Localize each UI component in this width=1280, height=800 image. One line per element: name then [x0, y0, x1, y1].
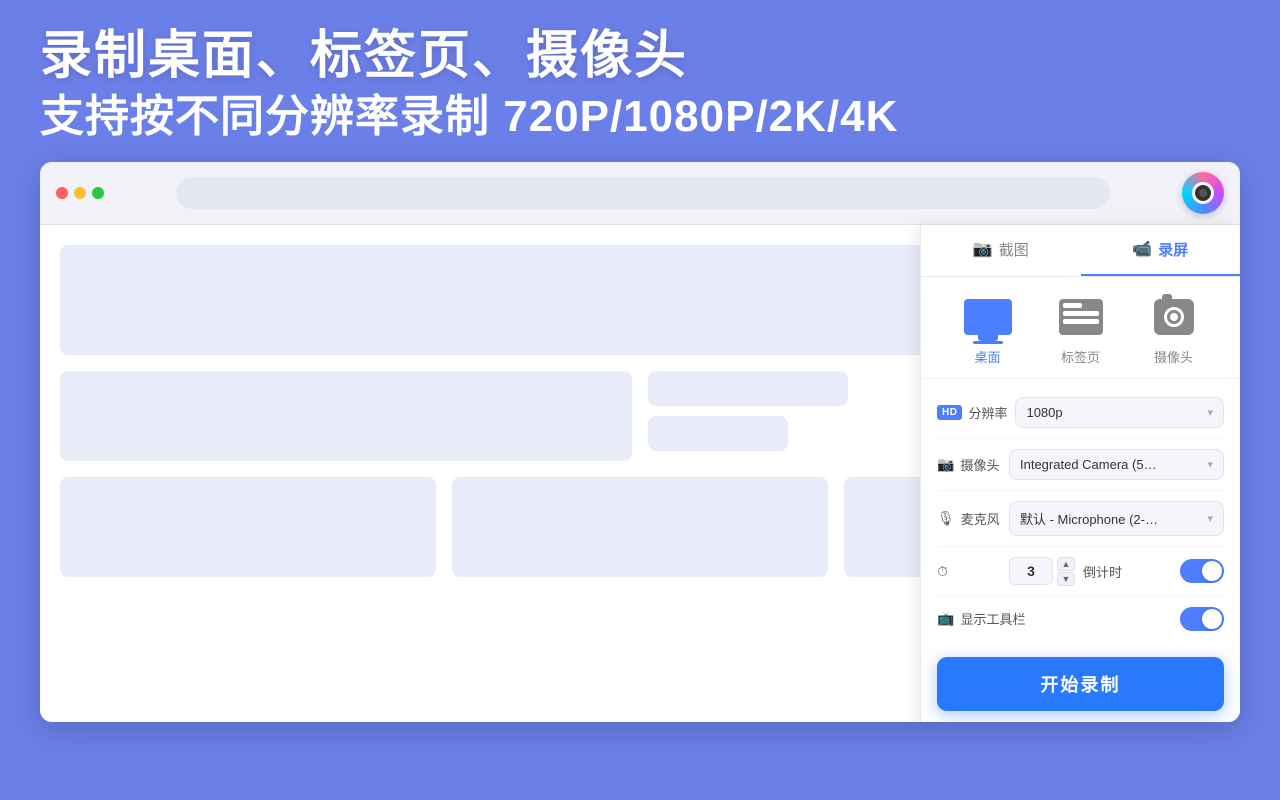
- camera-mode-icon-wrap: [1148, 295, 1200, 339]
- countdown-toggle[interactable]: [1180, 559, 1224, 583]
- minimize-button[interactable]: [74, 187, 86, 199]
- desktop-mode-icon: [964, 299, 1012, 335]
- tab-screenshot[interactable]: 📷 截图: [921, 225, 1081, 276]
- toolbar-icon: 📺: [937, 610, 954, 627]
- countdown-label-wrap: ⏱: [937, 563, 1001, 580]
- toolbar-label: 显示工具栏: [960, 609, 1025, 628]
- skeleton-card-1: [60, 371, 632, 461]
- camera-mode-label: 摄像头: [1154, 347, 1193, 366]
- camera-mode-icon: [1154, 299, 1194, 335]
- countdown-number-wrap: 3 ▲ ▼ 倒计时: [1009, 557, 1172, 586]
- browser-content: 📷 截图 📹 录屏 桌面: [40, 225, 1240, 722]
- skeleton-card-2: [60, 477, 436, 577]
- camera-bump: [1162, 294, 1172, 300]
- browser-window: 📷 截图 📹 录屏 桌面: [40, 162, 1240, 722]
- camera-row: 📷 摄像头 Integrated Camera (5… ▾: [937, 439, 1224, 491]
- countdown-label: 倒计时: [1083, 562, 1122, 581]
- camera-chevron-icon: ▾: [1207, 458, 1213, 471]
- microphone-value: 默认 - Microphone (2-…: [1020, 509, 1203, 528]
- resolution-label-wrap: HD 分辨率: [937, 403, 1007, 422]
- hero-title-line1: 录制桌面、标签页、摄像头: [40, 28, 1240, 85]
- extension-icon[interactable]: [1182, 172, 1224, 214]
- tab-line-full-2: [1063, 319, 1099, 324]
- camera-label-wrap: 📷 摄像头: [937, 455, 1001, 474]
- toolbar-row: 📺 显示工具栏: [937, 597, 1224, 641]
- resolution-chevron-icon: ▾: [1207, 406, 1213, 419]
- countdown-up-arrow[interactable]: ▲: [1057, 557, 1075, 571]
- browser-toolbar: [40, 162, 1240, 225]
- camera-select[interactable]: Integrated Camera (5… ▾: [1009, 449, 1224, 480]
- tab-mode-icon-wrap: [1055, 295, 1107, 339]
- close-button[interactable]: [56, 187, 68, 199]
- resolution-label: 分辨率: [968, 403, 1007, 422]
- address-bar[interactable]: [176, 177, 1110, 209]
- desktop-mode-label: 桌面: [974, 347, 1000, 366]
- record-tab-label: 录屏: [1158, 239, 1188, 260]
- settings-section: HD 分辨率 1080p ▾ 📷 摄像头 Integrated C: [921, 379, 1240, 649]
- countdown-value[interactable]: 3: [1009, 557, 1053, 585]
- camera-setting-icon: 📷: [937, 456, 954, 473]
- hd-badge: HD: [937, 405, 962, 420]
- mode-section: 桌面 标签页: [921, 277, 1240, 379]
- countdown-down-arrow[interactable]: ▼: [1057, 572, 1075, 586]
- resolution-value: 1080p: [1026, 405, 1203, 420]
- toolbar-toggle[interactable]: [1180, 607, 1224, 631]
- microphone-row: 🎙 麦克风 默认 - Microphone (2-… ▾: [937, 491, 1224, 547]
- camera-value: Integrated Camera (5…: [1020, 457, 1203, 472]
- camera-lens: [1164, 307, 1184, 327]
- maximize-button[interactable]: [92, 187, 104, 199]
- screenshot-tab-icon: 📷: [973, 239, 993, 259]
- microphone-chevron-icon: ▾: [1207, 512, 1213, 525]
- tab-record[interactable]: 📹 录屏: [1081, 225, 1241, 276]
- skeleton-text-2: [648, 416, 788, 451]
- tab-mode-icon: [1059, 299, 1103, 335]
- microphone-select[interactable]: 默认 - Microphone (2-… ▾: [1009, 501, 1224, 536]
- window-controls: [56, 187, 104, 199]
- tab-mode-label: 标签页: [1061, 347, 1100, 366]
- countdown-row: ⏱ 3 ▲ ▼ 倒计时: [937, 547, 1224, 597]
- hero-title-line2: 支持按不同分辨率录制 720P/1080P/2K/4K: [40, 93, 1240, 141]
- countdown-stepper-arrows: ▲ ▼: [1057, 557, 1075, 586]
- microphone-label: 麦克风: [961, 509, 1000, 528]
- mode-tab[interactable]: 标签页: [1055, 295, 1107, 366]
- mode-desktop[interactable]: 桌面: [962, 295, 1014, 366]
- resolution-select[interactable]: 1080p ▾: [1015, 397, 1224, 428]
- resolution-row: HD 分辨率 1080p ▾: [937, 387, 1224, 439]
- desktop-mode-icon-wrap: [962, 295, 1014, 339]
- screenshot-tab-label: 截图: [999, 239, 1029, 260]
- skeleton-card-3: [452, 477, 828, 577]
- record-tab-icon: 📹: [1132, 239, 1152, 259]
- recording-panel: 📷 截图 📹 录屏 桌面: [920, 225, 1240, 722]
- skeleton-text-1: [648, 371, 848, 406]
- mode-camera[interactable]: 摄像头: [1148, 295, 1200, 366]
- tab-line-short: [1063, 303, 1083, 308]
- camera-icon: [1192, 182, 1214, 204]
- countdown-toggle-wrap: [1180, 559, 1224, 583]
- start-recording-button[interactable]: 开始录制: [937, 657, 1224, 711]
- hero-section: 录制桌面、标签页、摄像头 支持按不同分辨率录制 720P/1080P/2K/4K: [0, 0, 1280, 162]
- toolbar-label-wrap: 📺 显示工具栏: [937, 609, 1172, 628]
- panel-tab-bar: 📷 截图 📹 录屏: [921, 225, 1240, 277]
- camera-label: 摄像头: [960, 455, 999, 474]
- microphone-setting-icon: 🎙: [937, 510, 955, 527]
- countdown-icon: ⏱: [937, 563, 948, 580]
- tab-line-full: [1063, 311, 1099, 316]
- microphone-label-wrap: 🎙 麦克风: [937, 509, 1001, 528]
